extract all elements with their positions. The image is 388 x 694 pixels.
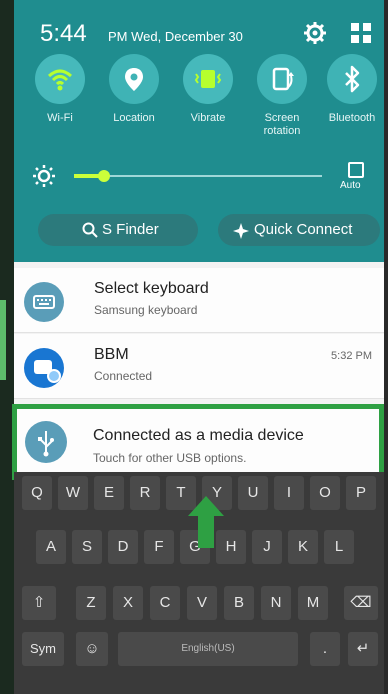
notification-subtitle: Connected <box>94 369 153 383</box>
status-date: PM Wed, December 30 <box>108 29 243 44</box>
key-a[interactable]: A <box>36 530 66 564</box>
key-p[interactable]: P <box>346 476 376 510</box>
screen-rotation-icon <box>257 54 307 104</box>
enter-key[interactable]: ↵ <box>348 632 378 666</box>
key-n[interactable]: N <box>261 586 291 620</box>
notification-title: BBM <box>94 346 129 363</box>
left-edge-strip <box>0 0 14 694</box>
quick-connect-label: Quick Connect <box>254 221 353 238</box>
qs-screen-rotation-label: Screen rotation <box>263 112 301 137</box>
key-x[interactable]: X <box>113 586 143 620</box>
edit-grid-icon[interactable] <box>348 20 374 46</box>
quick-connect-icon <box>233 223 249 239</box>
brightness-slider-thumb[interactable] <box>97 170 110 182</box>
bluetooth-icon <box>327 54 377 104</box>
backspace-key[interactable]: ⌫ <box>344 586 378 620</box>
shift-key[interactable]: ⇧ <box>22 586 56 620</box>
notification-bbm[interactable]: BBM Connected 5:32 PM <box>14 334 384 399</box>
qs-bluetooth-label: Bluetooth <box>328 112 376 124</box>
key-f[interactable]: F <box>144 530 174 564</box>
notification-title: Select keyboard <box>94 280 209 297</box>
key-b[interactable]: B <box>224 586 254 620</box>
qs-vibrate-label: Vibrate <box>190 112 226 124</box>
space-key[interactable]: English(US) <box>118 632 298 666</box>
key-i[interactable]: I <box>274 476 304 510</box>
key-o[interactable]: O <box>310 476 340 510</box>
auto-brightness-checkbox[interactable] <box>348 162 364 178</box>
s-finder-button[interactable]: S Finder <box>38 214 198 246</box>
space-lang-label: English(US) <box>181 643 235 654</box>
key-e[interactable]: E <box>94 476 124 510</box>
brightness-sun-icon <box>33 165 55 187</box>
key-m[interactable]: M <box>298 586 328 620</box>
sym-key[interactable]: Sym <box>22 632 64 666</box>
qs-location-label: Location <box>113 112 155 124</box>
search-icon <box>82 222 98 238</box>
quick-connect-button[interactable]: Quick Connect <box>218 214 380 246</box>
wifi-icon <box>35 54 85 104</box>
notification-title: Connected as a media device <box>93 427 304 444</box>
key-r[interactable]: R <box>130 476 160 510</box>
qs-bluetooth[interactable]: Bluetooth <box>324 54 380 125</box>
pointer-arrow <box>186 494 226 555</box>
status-time: 5:44 <box>40 20 87 47</box>
key-k[interactable]: K <box>288 530 318 564</box>
s-finder-label: S Finder <box>102 221 159 238</box>
notification-subtitle: Touch for other USB options. <box>93 451 247 465</box>
notification-time: 5:32 PM <box>331 350 372 362</box>
key-d[interactable]: D <box>108 530 138 564</box>
key-w[interactable]: W <box>58 476 88 510</box>
key-q[interactable]: Q <box>22 476 52 510</box>
auto-brightness-label: Auto <box>340 180 361 191</box>
qs-wifi-label: Wi-Fi <box>47 112 73 124</box>
key-u[interactable]: U <box>238 476 268 510</box>
notification-select-keyboard[interactable]: Select keyboard Samsung keyboard <box>14 268 384 333</box>
notification-shade: 5:44 PM Wed, December 30 Wi-Fi Location … <box>14 0 384 262</box>
qs-location[interactable]: Location <box>106 54 162 125</box>
notification-usb-media-device[interactable]: Connected as a media device Touch for ot… <box>12 404 384 480</box>
qs-vibrate[interactable]: Vibrate <box>180 54 236 125</box>
qs-screen-rotation[interactable]: Screen rotation <box>254 54 310 138</box>
right-edge-strip <box>384 0 388 694</box>
vibrate-icon <box>183 54 233 104</box>
key-l[interactable]: L <box>324 530 354 564</box>
key-j[interactable]: J <box>252 530 282 564</box>
settings-gear-icon[interactable] <box>302 20 328 46</box>
usb-icon <box>25 421 67 463</box>
key-s[interactable]: S <box>72 530 102 564</box>
qs-wifi[interactable]: Wi-Fi <box>32 54 88 125</box>
notification-subtitle: Samsung keyboard <box>94 303 198 317</box>
key-v[interactable]: V <box>187 586 217 620</box>
brightness-row: Auto <box>32 162 372 191</box>
location-icon <box>109 54 159 104</box>
brightness-track[interactable] <box>74 175 322 177</box>
screenshot: 5:44 PM Wed, December 30 Wi-Fi Location … <box>0 0 388 694</box>
key-c[interactable]: C <box>150 586 180 620</box>
emoji-key[interactable]: ☺ <box>76 632 108 666</box>
key-z[interactable]: Z <box>76 586 106 620</box>
bbm-icon <box>24 348 64 388</box>
keyboard-icon <box>24 282 64 322</box>
period-key[interactable]: . <box>310 632 340 666</box>
